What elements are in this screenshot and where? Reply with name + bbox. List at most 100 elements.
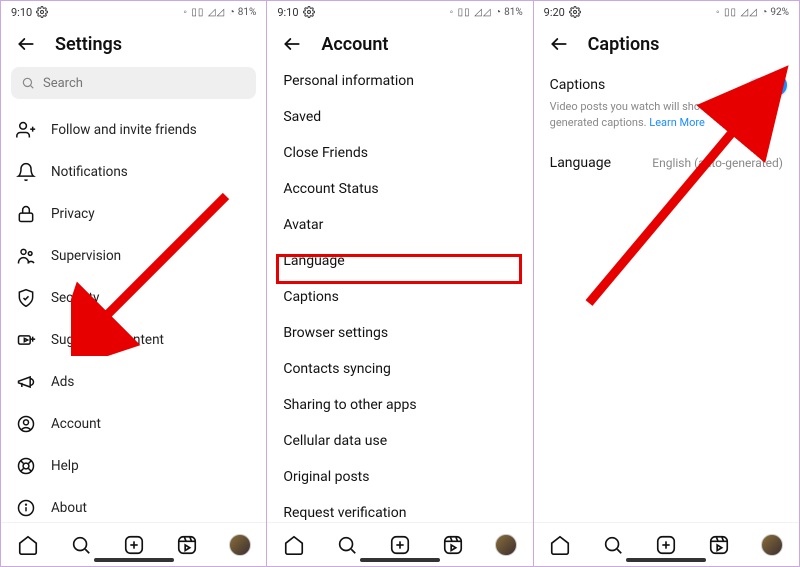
help-icon [15,455,37,477]
menu-captions[interactable]: Captions [267,279,532,315]
captions-toggle-row: Captions [534,63,799,99]
battery-text: 92% [770,7,789,18]
account-icon [15,413,37,435]
gear-icon [36,6,48,18]
nav-profile[interactable] [228,533,252,557]
menu-suggested[interactable]: Suggested content [1,319,266,361]
menu-label: Account [51,416,101,432]
avatar-icon [229,534,251,556]
menu-privacy[interactable]: Privacy [1,193,266,235]
menu-label: Original posts [283,469,369,485]
info-icon [15,497,37,519]
bell-icon [15,161,37,183]
status-bar: 9:20 ◦ ▯▯ ◿◿ ◔ 92% [534,1,799,23]
nav-new-post[interactable] [654,533,678,557]
header: Captions [534,23,799,63]
nav-home[interactable] [282,533,306,557]
shield-icon [15,287,37,309]
avatar-icon [495,534,517,556]
nav-search[interactable] [69,533,93,557]
menu-label: Notifications [51,164,128,180]
menu-ads[interactable]: Ads [1,361,266,403]
menu-label: Close Friends [283,145,368,161]
menu-avatar[interactable]: Avatar [267,207,532,243]
status-bar: 9:10 ◦ ▯▯ ◿◿ ◔ 81% [1,1,266,23]
megaphone-icon [15,371,37,393]
menu-label: Privacy [51,206,95,222]
nav-reels[interactable] [707,533,731,557]
gear-icon [303,6,315,18]
captions-label: Captions [550,77,606,93]
clock: 9:10 [11,6,32,19]
menu-label: Suggested content [51,332,164,348]
clock: 9:10 [277,6,298,19]
home-indicator [626,558,706,562]
status-icons: ◦ ▯▯ ◿◿ ◔ [183,7,235,18]
supervision-icon [15,245,37,267]
search-input[interactable] [11,67,256,99]
menu-personal-information[interactable]: Personal information [267,63,532,99]
menu-supervision[interactable]: Supervision [1,235,266,277]
nav-profile[interactable] [494,533,518,557]
language-value: English (auto-generated) [652,156,783,170]
menu-close-friends[interactable]: Close Friends [267,135,532,171]
nav-search[interactable] [601,533,625,557]
account-menu: Personal information Saved Close Friends… [267,63,532,522]
nav-search[interactable] [335,533,359,557]
menu-label: Browser settings [283,325,388,341]
nav-reels[interactable] [175,533,199,557]
menu-notifications[interactable]: Notifications [1,151,266,193]
menu-security[interactable]: Security [1,277,266,319]
nav-home[interactable] [548,533,572,557]
battery-text: 81% [504,7,523,18]
menu-saved[interactable]: Saved [267,99,532,135]
phone-panel-account: 9:10 ◦ ▯▯ ◿◿ ◔ 81% Account Personal info… [267,0,532,567]
toggle-knob-icon [765,74,787,96]
menu-sharing-other-apps[interactable]: Sharing to other apps [267,387,532,423]
menu-label: Account Status [283,181,378,197]
captions-toggle[interactable] [749,78,783,92]
nav-new-post[interactable] [122,533,146,557]
phone-panel-settings: 9:10 ◦ ▯▯ ◿◿ ◔ 81% Settings Follow and i… [0,0,267,567]
page-title: Account [321,34,388,55]
header: Account [267,23,532,63]
avatar-icon [761,534,783,556]
menu-label: Personal information [283,73,414,89]
menu-follow-invite[interactable]: Follow and invite friends [1,109,266,151]
phone-panel-captions: 9:20 ◦ ▯▯ ◿◿ ◔ 92% Captions Captions Vid… [533,0,800,567]
nav-new-post[interactable] [388,533,412,557]
menu-label: Language [283,253,344,269]
battery-text: 81% [238,7,257,18]
back-button[interactable] [15,33,37,55]
menu-label: About [51,500,87,516]
menu-original-posts[interactable]: Original posts [267,459,532,495]
menu-cellular-data[interactable]: Cellular data use [267,423,532,459]
gear-icon [569,6,581,18]
menu-help[interactable]: Help [1,445,266,487]
menu-about[interactable]: About [1,487,266,522]
nav-profile[interactable] [760,533,784,557]
menu-language[interactable]: Language [267,243,532,279]
menu-contacts-syncing[interactable]: Contacts syncing [267,351,532,387]
menu-label: Captions [283,289,339,305]
back-button[interactable] [281,33,303,55]
menu-label: Cellular data use [283,433,387,449]
search-icon [21,76,35,90]
menu-label: Follow and invite friends [51,122,197,138]
back-button[interactable] [548,33,570,55]
language-row[interactable]: Language English (auto-generated) [534,145,799,181]
lock-icon [15,203,37,225]
status-icons: ◦ ▯▯ ◿◿ ◔ [716,7,768,18]
clock: 9:20 [544,6,565,19]
learn-more-link[interactable]: Learn More [649,116,705,129]
header: Settings [1,23,266,63]
menu-account[interactable]: Account [1,403,266,445]
nav-reels[interactable] [441,533,465,557]
menu-label: Help [51,458,79,474]
menu-account-status[interactable]: Account Status [267,171,532,207]
nav-home[interactable] [16,533,40,557]
search-field[interactable] [43,76,246,91]
menu-request-verification[interactable]: Request verification [267,495,532,522]
menu-browser-settings[interactable]: Browser settings [267,315,532,351]
home-indicator [360,558,440,562]
